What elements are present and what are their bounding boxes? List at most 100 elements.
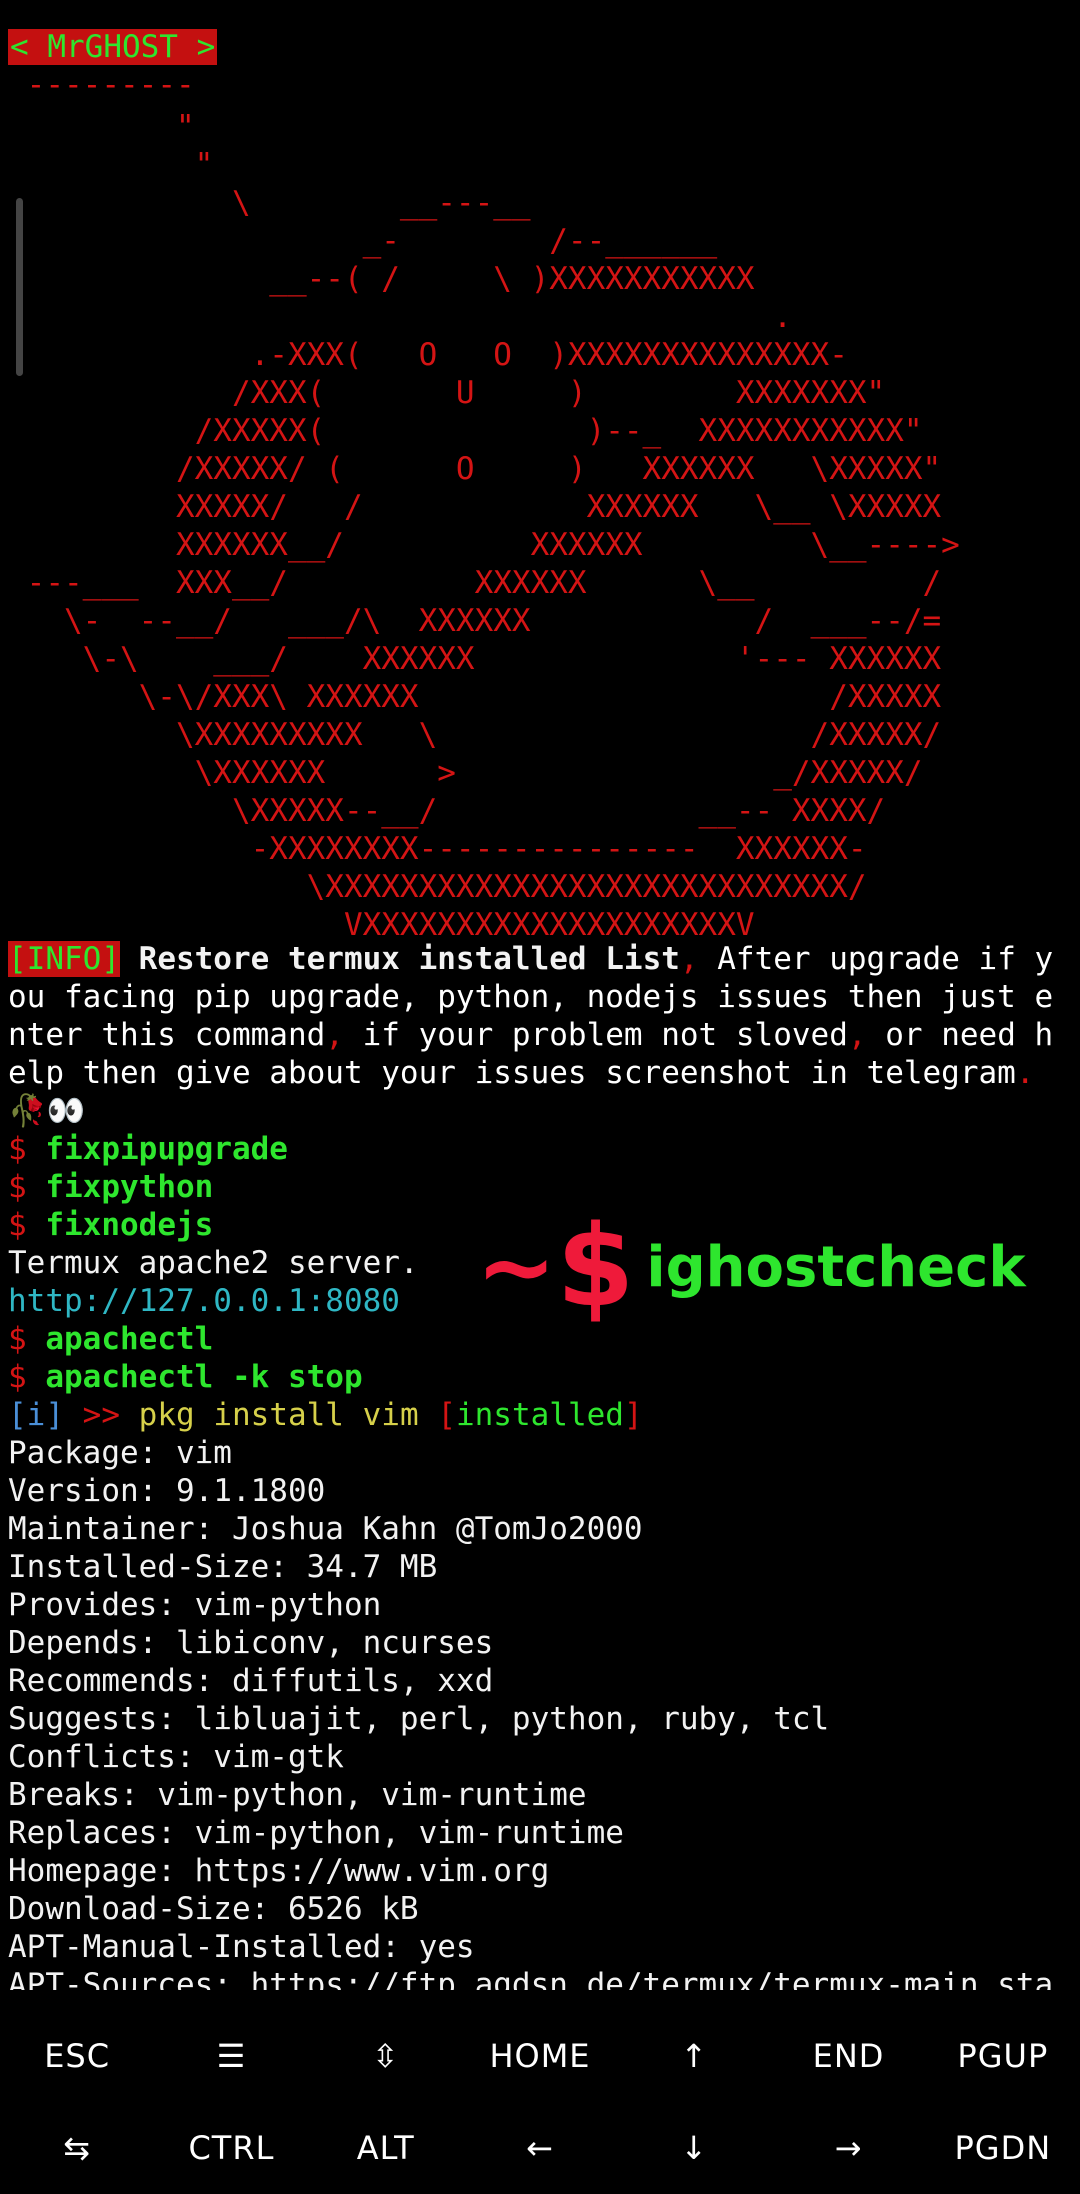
scroll-indicator[interactable] [16, 198, 23, 376]
banner-tag: < MrGHOST > [8, 29, 218, 65]
cmd-line-apachectl-stop: $ apachectl -k stop [8, 1358, 363, 1396]
ascii-art-line: _- /--______ [8, 223, 718, 259]
info-text-3a: nter this command [8, 1017, 326, 1053]
cmd-line-fixpython: $ fixpython [8, 1168, 213, 1206]
arrow-down-key[interactable]: ↓ [617, 2102, 771, 2194]
pkg-install-line: [i] >> pkg install vim [installed] [8, 1396, 643, 1434]
command-text: fixnodejs [45, 1207, 214, 1243]
package-info-line: Suggests: libluajit, perl, python, ruby,… [8, 1701, 830, 1737]
pkg-command: pkg install vim [138, 1397, 419, 1433]
info-comma: , [847, 1017, 867, 1053]
apache-url[interactable]: http://127.0.0.1:8080 [8, 1282, 400, 1320]
package-info-line: Maintainer: Joshua Kahn @TomJo2000 [8, 1511, 643, 1547]
bracket-close: ] [623, 1397, 643, 1433]
overlay-command: ighostcheck [646, 1234, 1026, 1300]
dollar-icon: $ [556, 1202, 635, 1332]
ctrl-key[interactable]: CTRL [154, 2102, 308, 2194]
bracket-open: [ [437, 1397, 456, 1433]
apache-note: Termux apache2 server. [8, 1245, 419, 1281]
ascii-art-line: " [8, 109, 195, 145]
command-text: fixpipupgrade [45, 1131, 288, 1167]
arrow-right-key[interactable]: → [771, 2102, 925, 2194]
tab-key[interactable]: ⇆ [0, 2102, 154, 2194]
package-info-line: Conflicts: vim-gtk [8, 1739, 344, 1775]
info-text-3c: or need h [866, 1017, 1054, 1053]
ascii-art-line: XXXXX/ / XXXXXX \__ \XXXXX [8, 489, 942, 525]
banner-line: < MrGHOST > [8, 28, 218, 66]
package-info-line: Installed-Size: 34.7 MB [8, 1549, 438, 1585]
ascii-art-line: XXXXXX__/ XXXXXX \__----> [8, 527, 960, 563]
prompt-symbol: $ [8, 1207, 27, 1243]
pgup-key[interactable]: PGUP [926, 2010, 1080, 2102]
cmd-line-apachectl: $ apachectl [8, 1320, 213, 1358]
ascii-art-line: \ __---__ [8, 185, 531, 221]
package-info-line: Version: 9.1.1800 [8, 1473, 326, 1509]
prompt-symbol: $ [8, 1321, 27, 1357]
package-info-line: Download-Size: 6526 kB [8, 1891, 419, 1927]
ascii-art-line: /XXX( U ) XXXXXXX" [8, 375, 886, 411]
command-text: apachectl -k stop [45, 1359, 363, 1395]
shift-key[interactable]: ⇳ [309, 2010, 463, 2102]
package-info-line: Provides: vim-python [8, 1587, 382, 1623]
info-text-4: elp then give about your issues screensh… [8, 1055, 1016, 1091]
ascii-art-line: VXXXXXXXXXXXXXXXXXXXXV [8, 907, 755, 943]
terminal-output[interactable]: ________ < MrGHOST > --------- " " \ __-… [8, 0, 1076, 1990]
command-text: apachectl [45, 1321, 214, 1357]
arrows: >> [82, 1397, 120, 1433]
package-info-line: APT-Sources: https://ftp.agdsn.de/termux… [8, 1967, 1054, 1990]
esc-key[interactable]: ESC [0, 2010, 154, 2102]
banner-rule: --------- [8, 66, 195, 104]
arrow-up-key[interactable]: ↑ [617, 2010, 771, 2102]
info-line-4: elp then give about your issues screensh… [8, 1054, 1035, 1092]
ascii-art-line: ---___ XXX__/ XXXXXX \__ / [8, 565, 942, 601]
home-key[interactable]: HOME [463, 2010, 617, 2102]
info-line-3: nter this command, if your problem not s… [8, 1016, 1053, 1054]
ascii-art-line: \XXXXXX > _/XXXXX/ [8, 755, 923, 791]
ascii-art-line: " [8, 147, 214, 183]
ascii-art-line: . [8, 299, 792, 335]
ascii-art-line: \XXXXXXXXXXXXXXXXXXXXXXXXXXXX/ [8, 869, 867, 905]
arrow-left-key[interactable]: ← [463, 2102, 617, 2194]
ascii-art-line: \XXXXXXXXX \ /XXXXX/ [8, 717, 942, 753]
info-line-1: [INFO] Restore termux installed List, Af… [8, 940, 1053, 978]
overlay-ghostcheck: ~ $ ighostcheck [476, 1202, 1026, 1332]
info-comma: , [679, 941, 699, 977]
alt-key[interactable]: ALT [309, 2102, 463, 2194]
package-info-line: Breaks: vim-python, vim-runtime [8, 1777, 587, 1813]
package-info-line: Homepage: https://www.vim.org [8, 1853, 550, 1889]
info-tag: [INFO] [8, 941, 120, 977]
info-indicator: [i] [8, 1397, 64, 1433]
banner-rule-text: --------- [26, 67, 195, 103]
ascii-art-line: /XXXXX/ ( O ) XXXXXX \XXXXX" [8, 451, 942, 487]
ascii-art-line: \-\ ___/ XXXXXX '--- XXXXXX [8, 641, 942, 677]
ascii-art-line: /XXXXX( )--_ XXXXXXXXXXX" [8, 413, 923, 449]
extra-keys-row-1: ESC ☰ ⇳ HOME ↑ END PGUP [0, 2010, 1080, 2102]
ascii-art-line: __--( / \ )XXXXXXXXXXX [8, 261, 755, 297]
package-info-line: APT-Manual-Installed: yes [8, 1929, 475, 1965]
ascii-art-line: \-\/XXX\ XXXXXX /XXXXX [8, 679, 942, 715]
ascii-art-line: .-XXX( O O )XXXXXXXXXXXXXX- [8, 337, 848, 373]
cmd-line-fixpipupgrade: $ fixpipupgrade [8, 1130, 288, 1168]
info-text-1: After upgrade if y [698, 941, 1054, 977]
ascii-art-line: \XXXXX--__/ __-- XXXX/ [8, 793, 886, 829]
package-info-line: Package: vim [8, 1435, 232, 1471]
command-text: fixpython [45, 1169, 214, 1205]
end-key[interactable]: END [771, 2010, 925, 2102]
info-comma: , [325, 1017, 344, 1053]
tilde-glyph: ~ [476, 1211, 557, 1323]
info-title: Restore termux installed List [138, 941, 680, 977]
cmd-line-fixnodejs: $ fixnodejs [8, 1206, 213, 1244]
info-text-3b: if your problem not sloved [343, 1017, 848, 1053]
extra-keys-bar: ESC ☰ ⇳ HOME ↑ END PGUP ⇆ CTRL ALT ← ↓ → PGDN [0, 2010, 1080, 2194]
info-line-2: ou facing pip upgrade, python, nodejs is… [8, 979, 1054, 1015]
info-period: . [1015, 1055, 1035, 1091]
prompt-symbol: $ [8, 1131, 27, 1167]
pkg-status: installed [455, 1397, 624, 1433]
drawer-menu-key[interactable]: ☰ [154, 2010, 308, 2102]
package-info-line: Recommends: diffutils, xxd [8, 1663, 494, 1699]
info-emoji: 🥀👀 [8, 1093, 86, 1129]
prompt-symbol: $ [8, 1169, 27, 1205]
pgdn-key[interactable]: PGDN [926, 2102, 1080, 2194]
prompt-symbol: $ [8, 1359, 27, 1395]
package-info-line: Replaces: vim-python, vim-runtime [8, 1815, 624, 1851]
